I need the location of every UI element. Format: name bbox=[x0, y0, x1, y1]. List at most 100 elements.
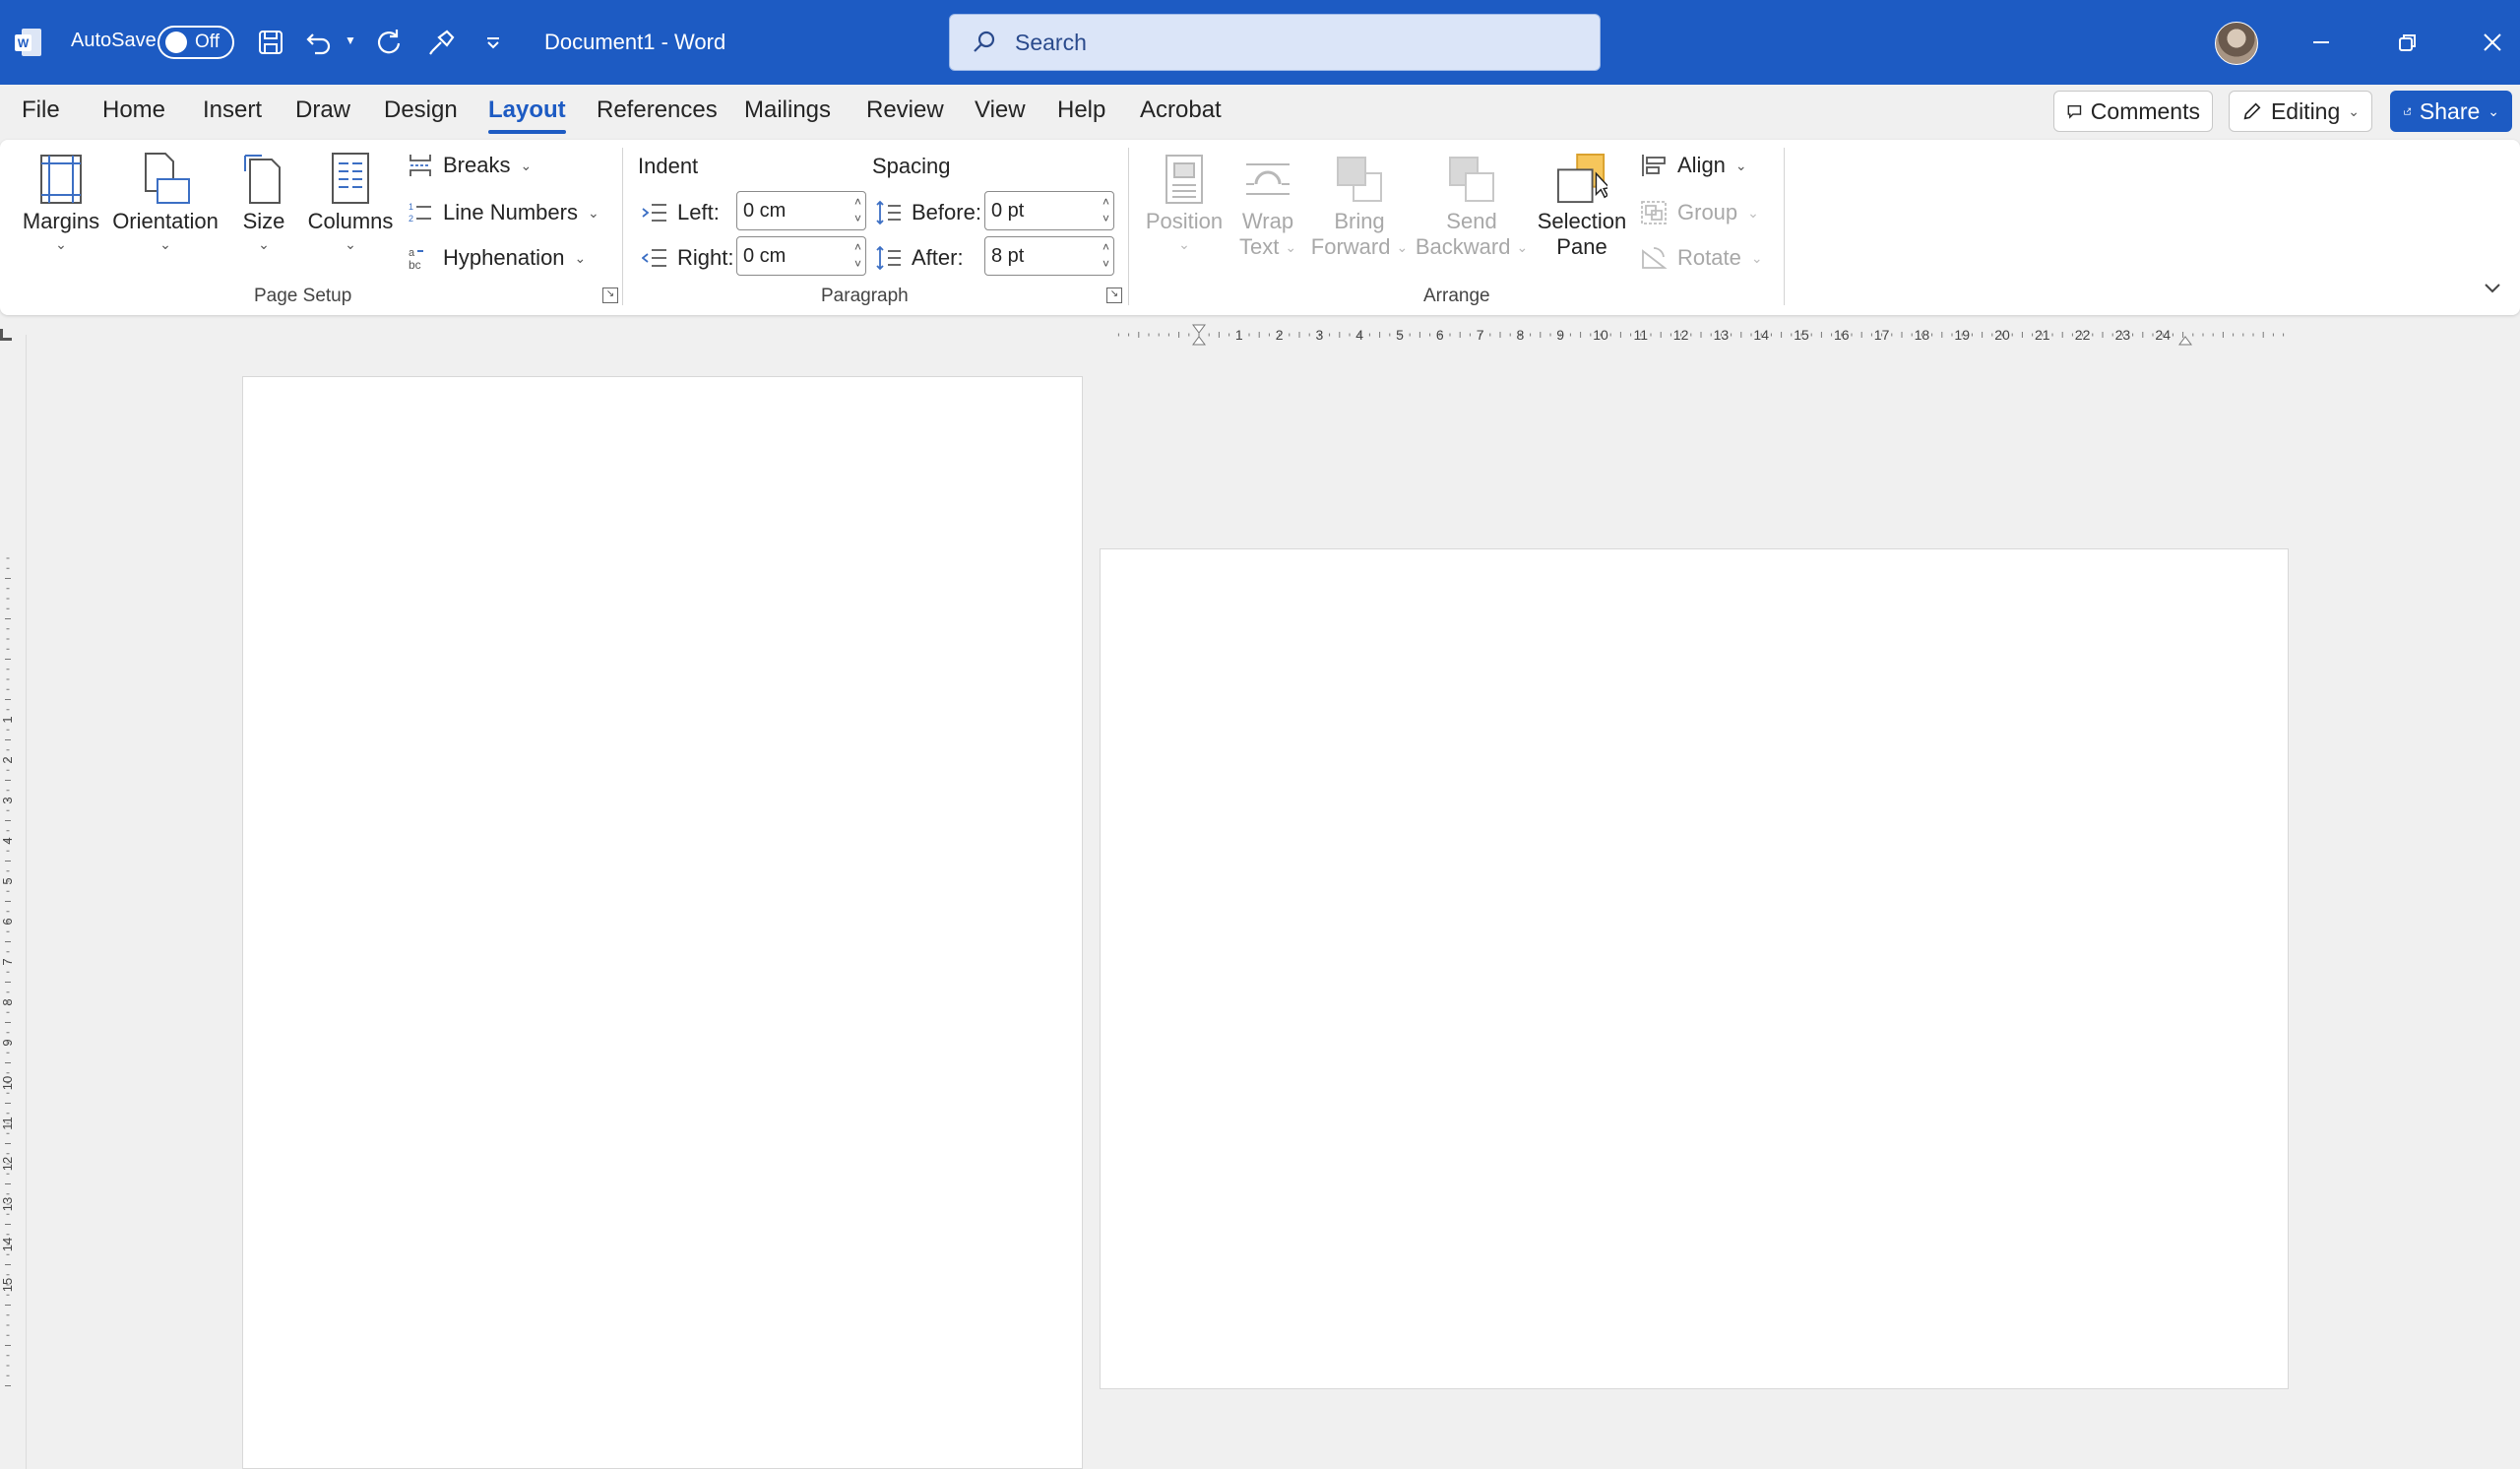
tab-home[interactable]: Home bbox=[102, 96, 165, 124]
chevron-down-icon: ⌄ bbox=[2488, 102, 2499, 119]
indent-left-spinner[interactable]: ˄ ˅ bbox=[854, 194, 861, 227]
minimize-icon[interactable] bbox=[2298, 20, 2345, 65]
ruler-number: 8 bbox=[0, 998, 15, 1005]
spacing-before-input[interactable]: 0 pt ˄ ˅ bbox=[984, 191, 1114, 230]
spacing-before-label: Before: bbox=[876, 195, 981, 230]
ruler-number: 1 bbox=[1235, 327, 1243, 343]
position-button[interactable]: Position ⌄ bbox=[1142, 150, 1227, 253]
tab-references[interactable]: References bbox=[597, 96, 718, 124]
tab-draw[interactable]: Draw bbox=[295, 96, 350, 124]
autosave-state: Off bbox=[195, 32, 220, 52]
align-icon bbox=[1642, 155, 1666, 176]
spacing-before-spinner[interactable]: ˄ ˅ bbox=[1102, 194, 1109, 227]
columns-button[interactable]: Columns ⌄ bbox=[305, 150, 396, 253]
selection-pane-label-1: Selection bbox=[1537, 209, 1627, 233]
document-page[interactable] bbox=[242, 376, 1083, 1469]
ruler-number: 7 bbox=[1477, 327, 1484, 343]
vertical-ruler[interactable]: 123456789101112131415 bbox=[0, 551, 18, 1388]
svg-text:2: 2 bbox=[409, 214, 413, 224]
ruler-number: 10 bbox=[0, 1076, 15, 1090]
search-box[interactable]: Search bbox=[949, 14, 1601, 71]
hyphenation-label: Hyphenation bbox=[443, 245, 565, 270]
send-backward-button[interactable]: Send Backward ⌄ bbox=[1416, 150, 1528, 260]
svg-text:bc: bc bbox=[409, 258, 421, 271]
indent-right-input[interactable]: 0 cm ˄ ˅ bbox=[736, 236, 866, 276]
paragraph-group-label: Paragraph bbox=[821, 286, 909, 306]
orientation-button[interactable]: Orientation ⌄ bbox=[110, 150, 220, 253]
spacing-after-spinner[interactable]: ˄ ˅ bbox=[1102, 239, 1109, 273]
paragraph-launcher-icon[interactable]: ↘ bbox=[1106, 287, 1122, 303]
comments-button[interactable]: Comments bbox=[2053, 91, 2213, 132]
bring-forward-icon bbox=[1334, 150, 1385, 209]
spacing-heading: Spacing bbox=[872, 154, 951, 178]
share-icon bbox=[2404, 107, 2412, 115]
tab-help[interactable]: Help bbox=[1057, 96, 1105, 124]
breaks-label: Breaks bbox=[443, 153, 511, 177]
wrap-text-button[interactable]: Wrap Text ⌄ bbox=[1234, 150, 1301, 260]
page-setup-launcher-icon[interactable]: ↘ bbox=[602, 287, 618, 303]
share-button[interactable]: Share ⌄ bbox=[2390, 91, 2512, 132]
margins-button[interactable]: Margins ⌄ bbox=[22, 150, 100, 253]
indent-right-spinner[interactable]: ˄ ˅ bbox=[854, 239, 861, 273]
margins-icon bbox=[35, 150, 87, 209]
ruler-number: 11 bbox=[1634, 327, 1649, 343]
ruler-number: 20 bbox=[1994, 327, 2010, 343]
redo-icon[interactable] bbox=[370, 24, 408, 61]
tab-view[interactable]: View bbox=[975, 96, 1026, 124]
tab-file[interactable]: File bbox=[22, 96, 60, 124]
save-icon[interactable] bbox=[252, 24, 289, 61]
tab-design[interactable]: Design bbox=[384, 96, 458, 124]
spacing-after-icon bbox=[876, 245, 901, 271]
spacing-after-input[interactable]: 8 pt ˄ ˅ bbox=[984, 236, 1114, 276]
autosave-toggle[interactable]: Off bbox=[158, 26, 234, 59]
tab-layout[interactable]: Layout bbox=[488, 96, 566, 134]
bring-forward-label-1: Bring bbox=[1334, 209, 1385, 233]
ruler-number: 11 bbox=[0, 1117, 15, 1130]
tab-acrobat[interactable]: Acrobat bbox=[1140, 96, 1222, 124]
indent-heading: Indent bbox=[638, 154, 699, 178]
size-button[interactable]: Size ⌄ bbox=[230, 150, 297, 253]
restore-icon[interactable] bbox=[2384, 20, 2431, 65]
avatar[interactable] bbox=[2215, 22, 2258, 65]
tab-mailings[interactable]: Mailings bbox=[744, 96, 831, 124]
ruler-number: 3 bbox=[0, 797, 15, 803]
bring-forward-button[interactable]: Bring Forward ⌄ bbox=[1309, 150, 1410, 260]
collapse-ribbon-icon[interactable] bbox=[2481, 276, 2504, 299]
ruler-number: 16 bbox=[1834, 327, 1850, 343]
editing-mode-button[interactable]: Editing ⌄ bbox=[2229, 91, 2372, 132]
spacing-before-value: 0 pt bbox=[991, 199, 1025, 222]
group-button[interactable]: Group ⌄ bbox=[1640, 195, 1759, 230]
close-icon[interactable] bbox=[2469, 20, 2516, 65]
search-icon bbox=[974, 31, 995, 52]
undo-dropdown-icon[interactable]: ▼ bbox=[345, 33, 356, 47]
selection-pane-button[interactable]: Selection Pane bbox=[1534, 150, 1630, 260]
customize-qat-icon[interactable] bbox=[474, 24, 512, 61]
ruler-number: 22 bbox=[2075, 327, 2091, 343]
indent-left-input[interactable]: 0 cm ˄ ˅ bbox=[736, 191, 866, 230]
tab-insert[interactable]: Insert bbox=[203, 96, 262, 124]
bring-forward-line-2: Forward ⌄ bbox=[1311, 234, 1408, 260]
group-label: Group bbox=[1677, 200, 1738, 224]
tab-review[interactable]: Review bbox=[866, 96, 944, 124]
undo-icon[interactable] bbox=[301, 24, 339, 61]
right-indent-marker[interactable] bbox=[2178, 336, 2192, 346]
spacing-before-icon bbox=[876, 200, 901, 225]
send-backward-label-2: Backward bbox=[1415, 234, 1511, 259]
format-painter-icon[interactable] bbox=[423, 24, 461, 61]
ruler-number: 9 bbox=[0, 1039, 15, 1046]
margins-label: Margins bbox=[22, 209, 100, 233]
hyphenation-button[interactable]: a bc Hyphenation ⌄ bbox=[408, 240, 586, 276]
line-numbers-button[interactable]: 12 Line Numbers ⌄ bbox=[408, 195, 599, 230]
tab-selector-icon[interactable] bbox=[0, 329, 12, 341]
chevron-down-icon: ⌄ bbox=[2348, 102, 2360, 119]
rotate-button[interactable]: Rotate ⌄ bbox=[1640, 240, 1763, 276]
wrap-text-label-2: Text bbox=[1238, 234, 1280, 259]
columns-icon bbox=[325, 150, 376, 209]
breaks-button[interactable]: Breaks ⌄ bbox=[408, 148, 532, 183]
horizontal-ruler[interactable]: 1 2 3 4 5 6 7 8 9 10 11 12 13 14 15 16 17 18 19 20 21 22 23 24 bbox=[1099, 323, 2286, 347]
document-page-landscape[interactable] bbox=[1100, 548, 2289, 1389]
before-label: Before: bbox=[912, 200, 981, 224]
selection-pane-label-2: Pane bbox=[1556, 234, 1607, 259]
word-logo-icon[interactable]: W bbox=[14, 26, 45, 59]
align-button[interactable]: Align ⌄ bbox=[1640, 148, 1747, 183]
